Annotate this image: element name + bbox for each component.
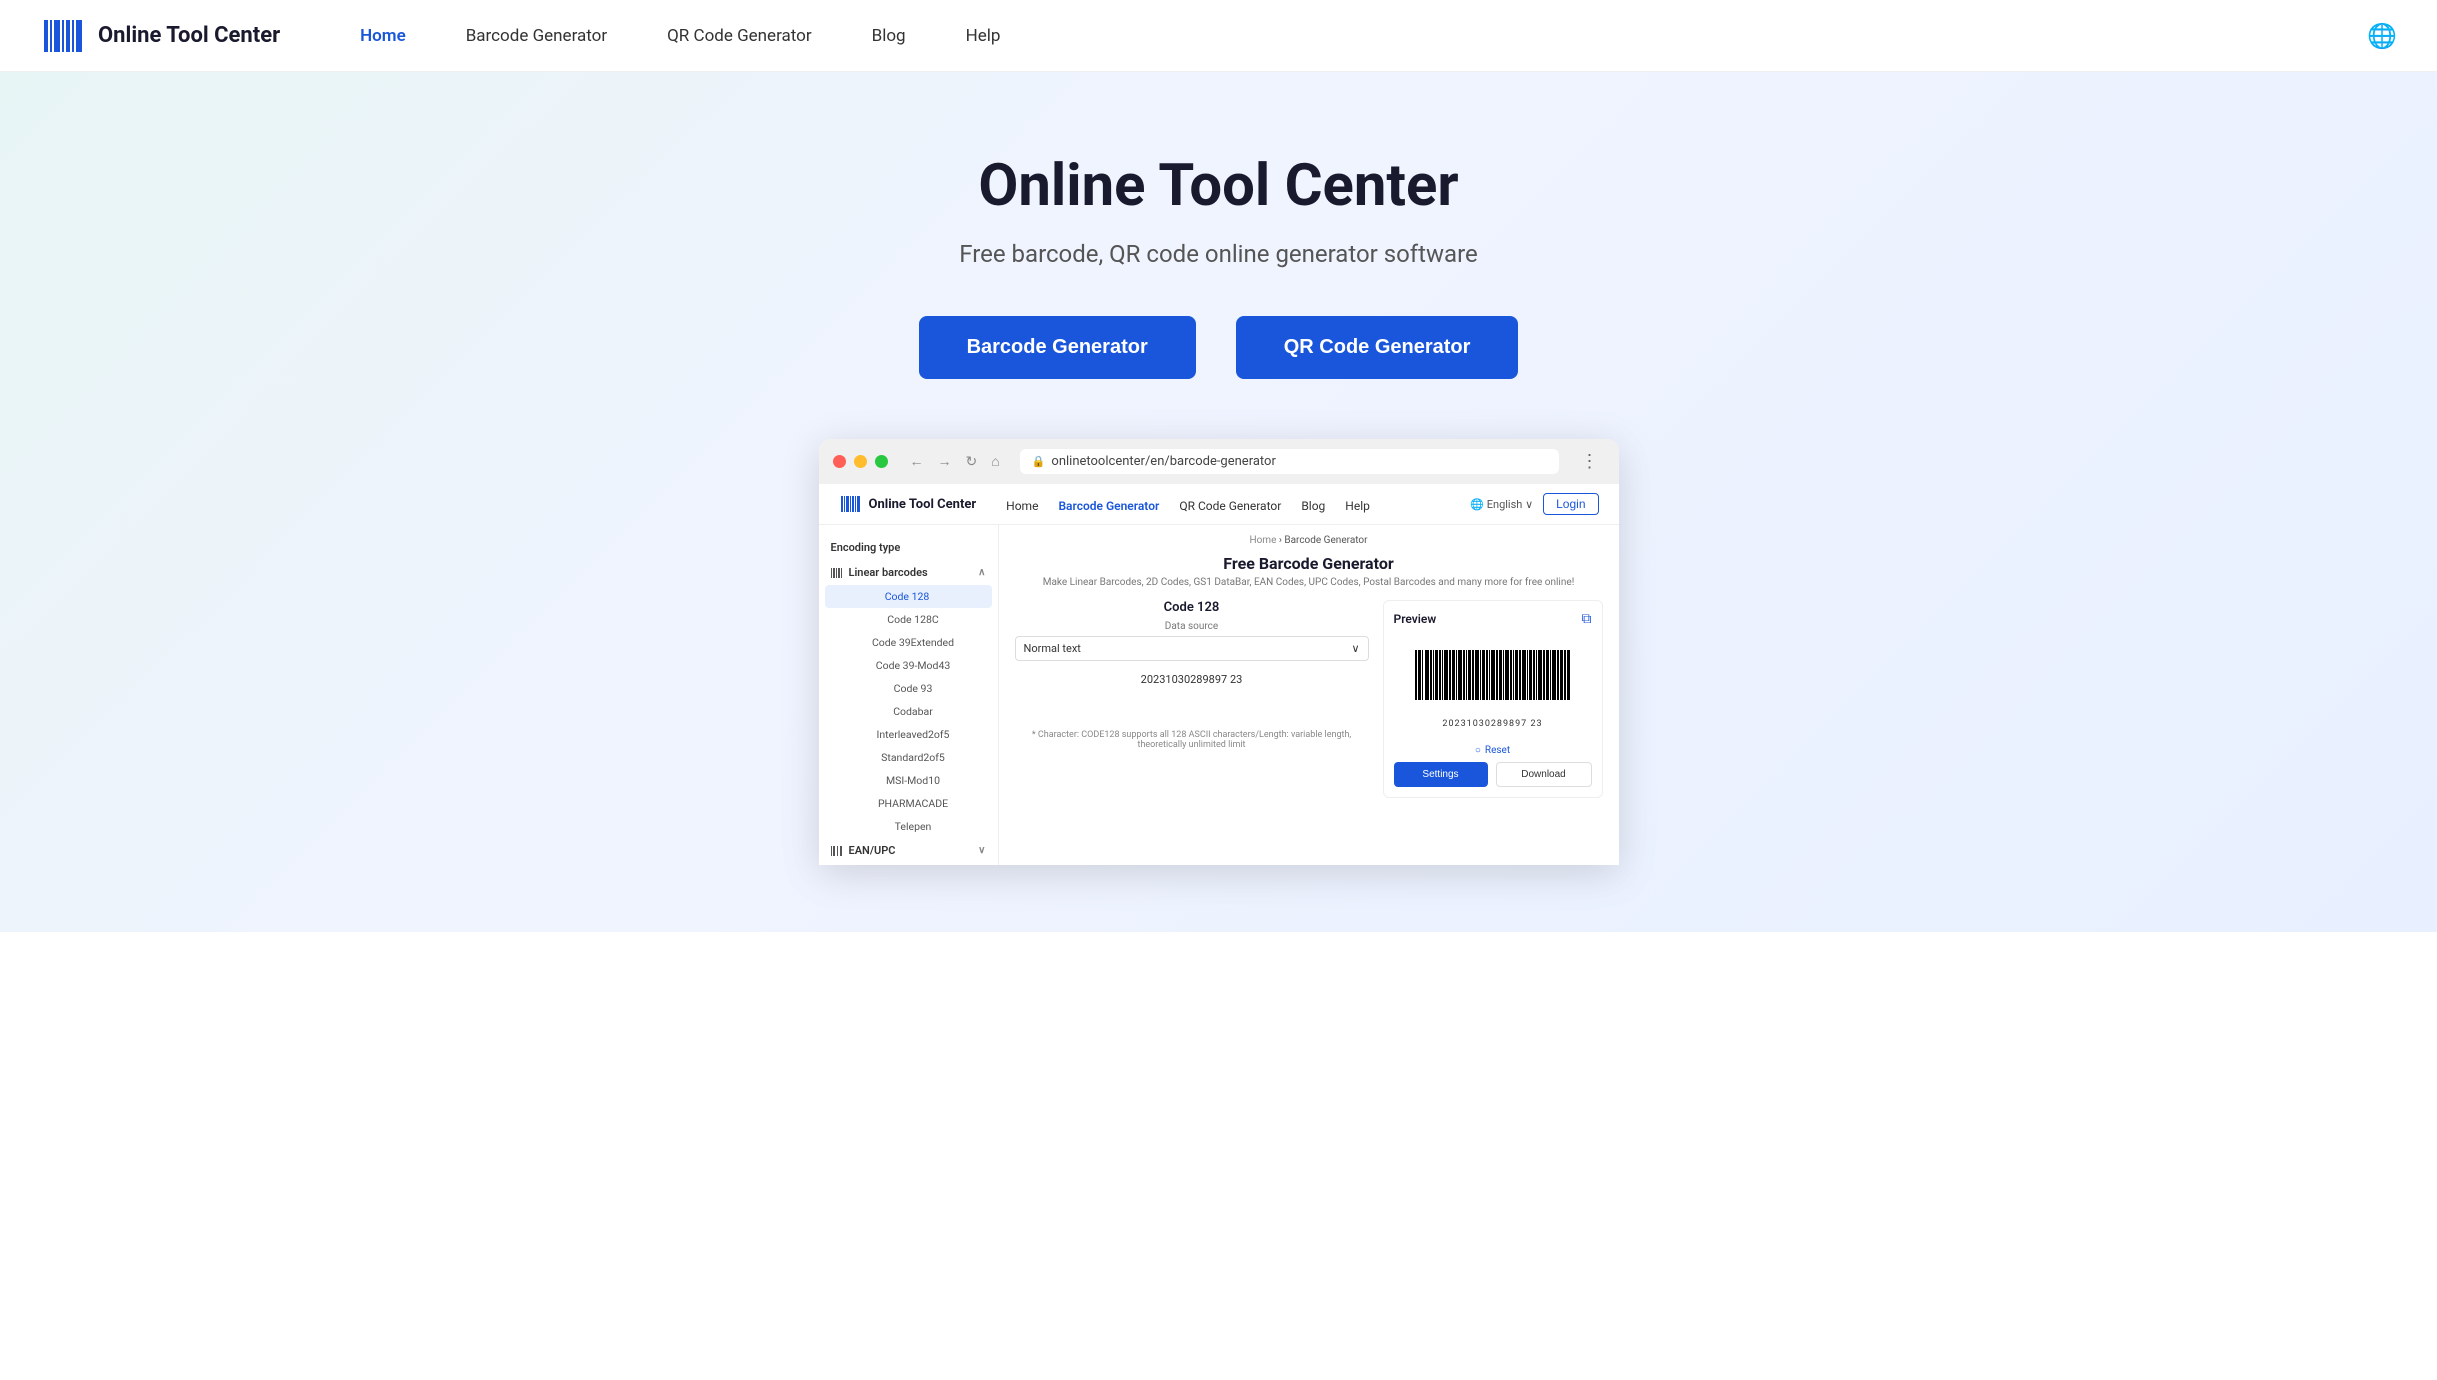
logo-text: Online Tool Center bbox=[98, 23, 280, 48]
preview-panel: Preview ⧉ bbox=[1383, 600, 1603, 798]
inner-logo-text: Online Tool Center bbox=[869, 497, 977, 512]
tool-left-panel: Code 128 Data source Normal text ∨ 20231… bbox=[1015, 600, 1369, 798]
inner-login-button[interactable]: Login bbox=[1543, 493, 1598, 515]
hero-title: Online Tool Center bbox=[20, 152, 2417, 220]
sidebar-section-encoding: Encoding type bbox=[819, 535, 998, 560]
sidebar-item-pharmacade[interactable]: PHARMACADE bbox=[819, 792, 998, 815]
sidebar-section-ean[interactable]: EAN/UPC ∨ bbox=[819, 838, 998, 863]
sidebar-item-code39ext[interactable]: Code 39Extended bbox=[819, 631, 998, 654]
inner-content: Encoding type Linear barcodes ∧ bbox=[819, 525, 1619, 865]
data-source-select[interactable]: Normal text ∨ bbox=[1015, 636, 1369, 661]
nav-item-qr[interactable]: QR Code Generator bbox=[667, 26, 812, 46]
linear-expand-icon: ∧ bbox=[978, 567, 985, 578]
data-source-label: Data source bbox=[1015, 621, 1369, 632]
inner-nav-home[interactable]: Home bbox=[1006, 495, 1038, 514]
reset-button[interactable]: ○ Reset bbox=[1394, 745, 1592, 756]
preview-header: Preview ⧉ bbox=[1394, 611, 1592, 627]
barcode-generator-button[interactable]: Barcode Generator bbox=[919, 316, 1196, 379]
nav-item-home[interactable]: Home bbox=[360, 26, 406, 46]
inner-nav-qr[interactable]: QR Code Generator bbox=[1179, 495, 1281, 514]
tool-area: Code 128 Data source Normal text ∨ 20231… bbox=[1015, 600, 1603, 798]
browser-forward-button[interactable]: → bbox=[934, 451, 956, 472]
inner-site: Online Tool Center Home Barcode Generato… bbox=[819, 484, 1619, 865]
sidebar-section-postal[interactable]: Postal barcode ∨ bbox=[819, 863, 998, 865]
sidebar-item-standard2of5[interactable]: Standard2of5 bbox=[819, 746, 998, 769]
reset-icon: ○ bbox=[1475, 745, 1481, 756]
inner-sidebar: Encoding type Linear barcodes ∧ bbox=[819, 525, 999, 865]
inner-logo-icon bbox=[839, 492, 863, 516]
browser-url: onlinetoolcenter/en/barcode-generator bbox=[1051, 454, 1275, 469]
main-title: Free Barcode Generator bbox=[1015, 554, 1603, 573]
barcode-display: 20231030289897 23 bbox=[1394, 635, 1592, 739]
barcode-type-heading: Code 128 bbox=[1015, 600, 1369, 615]
browser-mockup: ← → ↻ ⌂ 🔒 onlinetoolcenter/en/barcode-ge… bbox=[819, 439, 1619, 865]
inner-language-selector[interactable]: 🌐 English ∨ bbox=[1470, 498, 1533, 511]
ean-expand-icon: ∨ bbox=[978, 845, 985, 856]
sidebar-item-msi[interactable]: MSI-Mod10 bbox=[819, 769, 998, 792]
barcode-number: 20231030289897 23 bbox=[1442, 719, 1542, 729]
barcode-image bbox=[1413, 645, 1573, 715]
main-subtitle: Make Linear Barcodes, 2D Codes, GS1 Data… bbox=[1015, 577, 1603, 588]
preview-title: Preview bbox=[1394, 612, 1437, 626]
sidebar-item-telepen[interactable]: Telepen bbox=[819, 815, 998, 838]
hero-subtitle: Free barcode, QR code online generator s… bbox=[20, 240, 2417, 268]
hero-buttons: Barcode Generator QR Code Generator bbox=[20, 316, 2417, 379]
inner-nav-help[interactable]: Help bbox=[1345, 495, 1370, 514]
reset-label: Reset bbox=[1485, 745, 1510, 756]
settings-button[interactable]: Settings bbox=[1394, 762, 1488, 787]
browser-menu-button[interactable]: ⋮ bbox=[1575, 449, 1605, 474]
encoding-type-label: Encoding type bbox=[831, 541, 901, 554]
preview-actions: Settings Download bbox=[1394, 762, 1592, 787]
ean-barcode-icon bbox=[831, 845, 843, 857]
inner-nav-blog[interactable]: Blog bbox=[1301, 495, 1325, 514]
download-button[interactable]: Download bbox=[1496, 762, 1592, 787]
tool-note: * Character: CODE128 supports all 128 AS… bbox=[1015, 730, 1369, 750]
chevron-down-icon: ∨ bbox=[1351, 642, 1359, 655]
sidebar-item-code93[interactable]: Code 93 bbox=[819, 677, 998, 700]
browser-chrome: ← → ↻ ⌂ 🔒 onlinetoolcenter/en/barcode-ge… bbox=[819, 439, 1619, 484]
hero-section: Online Tool Center Free barcode, QR code… bbox=[0, 72, 2437, 932]
inner-logo[interactable]: Online Tool Center bbox=[839, 492, 977, 516]
sidebar-section-linear[interactable]: Linear barcodes ∧ bbox=[819, 560, 998, 585]
nav-links: Home Barcode Generator QR Code Generator… bbox=[360, 26, 2367, 46]
lock-icon: 🔒 bbox=[1032, 455, 1046, 468]
browser-home-button[interactable]: ⌂ bbox=[987, 451, 1003, 472]
logo[interactable]: Online Tool Center bbox=[40, 12, 280, 60]
browser-minimize-dot[interactable] bbox=[854, 455, 867, 468]
breadcrumb: Home › Barcode Generator bbox=[1015, 535, 1603, 546]
nav-item-help[interactable]: Help bbox=[966, 26, 1001, 46]
browser-nav-buttons: ← → ↻ ⌂ bbox=[906, 451, 1004, 472]
inner-nav-links: Home Barcode Generator QR Code Generator… bbox=[1006, 495, 1440, 514]
logo-icon bbox=[40, 12, 88, 60]
linear-barcode-icon bbox=[831, 567, 843, 579]
ean-upc-label: EAN/UPC bbox=[849, 844, 896, 857]
barcode-input-value[interactable]: 20231030289897 23 bbox=[1015, 669, 1369, 690]
browser-back-button[interactable]: ← bbox=[906, 451, 928, 472]
sidebar-item-code128c[interactable]: Code 128C bbox=[819, 608, 998, 631]
data-source-value: Normal text bbox=[1024, 642, 1081, 655]
inner-nav-right: 🌐 English ∨ Login bbox=[1470, 493, 1598, 515]
globe-icon[interactable]: 🌐 bbox=[2367, 22, 2397, 50]
breadcrumb-current: Barcode Generator bbox=[1284, 535, 1367, 546]
main-nav: Online Tool Center Home Barcode Generato… bbox=[0, 0, 2437, 72]
sidebar-item-code39mod43[interactable]: Code 39-Mod43 bbox=[819, 654, 998, 677]
inner-nav-barcode[interactable]: Barcode Generator bbox=[1058, 495, 1159, 514]
copy-button[interactable]: ⧉ bbox=[1582, 611, 1592, 627]
inner-main-panel: Home › Barcode Generator Free Barcode Ge… bbox=[999, 525, 1619, 865]
qr-generator-button[interactable]: QR Code Generator bbox=[1236, 316, 1519, 379]
browser-refresh-button[interactable]: ↻ bbox=[962, 452, 982, 472]
sidebar-item-codabar[interactable]: Codabar bbox=[819, 700, 998, 723]
linear-barcodes-label: Linear barcodes bbox=[849, 566, 928, 579]
sidebar-item-interleaved[interactable]: Interleaved2of5 bbox=[819, 723, 998, 746]
browser-close-dot[interactable] bbox=[833, 455, 846, 468]
sidebar-item-code128[interactable]: Code 128 bbox=[825, 585, 992, 608]
breadcrumb-home[interactable]: Home bbox=[1249, 535, 1276, 546]
browser-address-bar[interactable]: 🔒 onlinetoolcenter/en/barcode-generator bbox=[1020, 449, 1559, 474]
nav-item-barcode[interactable]: Barcode Generator bbox=[466, 26, 607, 46]
nav-item-blog[interactable]: Blog bbox=[872, 26, 906, 46]
inner-nav: Online Tool Center Home Barcode Generato… bbox=[819, 484, 1619, 525]
browser-expand-dot[interactable] bbox=[875, 455, 888, 468]
